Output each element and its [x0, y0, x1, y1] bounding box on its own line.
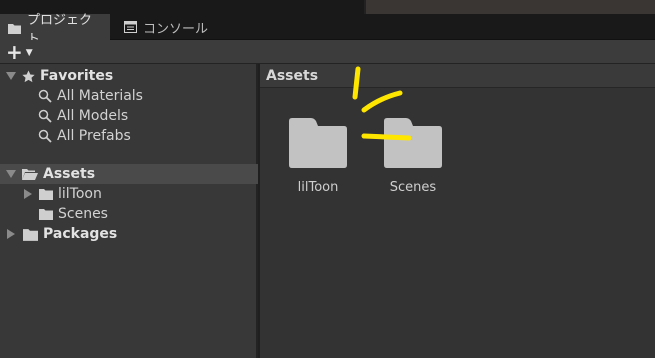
- expand-arrow-icon[interactable]: [6, 72, 16, 80]
- star-icon: [22, 69, 35, 83]
- tree-item-label: Favorites: [40, 68, 114, 84]
- tree-item-all-materials[interactable]: All Materials: [0, 86, 258, 106]
- tab-bar: プロジェクト コンソール: [0, 13, 655, 47]
- scene-view-fragment: [364, 0, 655, 14]
- caret-down-icon: ▼: [25, 48, 33, 58]
- folder-icon: [23, 228, 38, 241]
- tree-item-label: All Prefabs: [57, 128, 131, 144]
- search-icon: [38, 129, 52, 143]
- tree-item-assets[interactable]: Assets: [0, 164, 258, 184]
- console-icon: [124, 21, 137, 33]
- folder-icon: [39, 208, 53, 220]
- tree-item-liltoon[interactable]: lilToon: [0, 184, 258, 204]
- asset-folder-scenes[interactable]: Scenes: [368, 118, 458, 195]
- create-asset-button[interactable]: + ▼: [6, 42, 40, 62]
- plus-icon: +: [6, 40, 23, 64]
- expand-arrow-icon[interactable]: [6, 170, 16, 178]
- folder-icon: [382, 118, 444, 172]
- expand-arrow-icon[interactable]: [24, 189, 32, 199]
- tab-console-label: コンソール: [143, 21, 209, 37]
- tree-item-packages[interactable]: Packages: [0, 224, 258, 244]
- tree-item-label: All Models: [57, 108, 129, 124]
- expand-arrow-icon[interactable]: [7, 229, 15, 239]
- tree-item-label: Packages: [43, 226, 118, 242]
- tab-console[interactable]: コンソール: [116, 14, 236, 40]
- project-tree-panel: Favorites All Materials All Models All P…: [0, 64, 258, 358]
- tab-project[interactable]: プロジェクト: [0, 13, 110, 47]
- asset-browser-panel: Assets lilToon Scenes: [260, 64, 655, 358]
- tree-item-label: Scenes: [58, 206, 108, 222]
- folder-icon: [39, 188, 53, 200]
- tree-item-all-models[interactable]: All Models: [0, 106, 258, 126]
- asset-path-header: Assets: [260, 64, 655, 88]
- tree-item-scenes[interactable]: Scenes: [0, 204, 258, 224]
- tree-item-label: lilToon: [58, 186, 102, 202]
- folder-open-icon: [22, 168, 38, 181]
- search-icon: [38, 109, 52, 123]
- tree-item-label: All Materials: [57, 88, 143, 104]
- tree-item-all-prefabs[interactable]: All Prefabs: [0, 126, 258, 146]
- tree-item-label: Assets: [43, 166, 96, 182]
- project-toolbar: + ▼: [0, 40, 655, 64]
- asset-folder-label: lilToon: [297, 180, 339, 195]
- folder-icon: [287, 118, 349, 172]
- folder-icon: [8, 23, 21, 34]
- search-icon: [38, 89, 52, 103]
- tree-item-favorites[interactable]: Favorites: [0, 66, 258, 86]
- asset-folder-label: Scenes: [389, 180, 437, 195]
- asset-folder-liltoon[interactable]: lilToon: [273, 118, 363, 195]
